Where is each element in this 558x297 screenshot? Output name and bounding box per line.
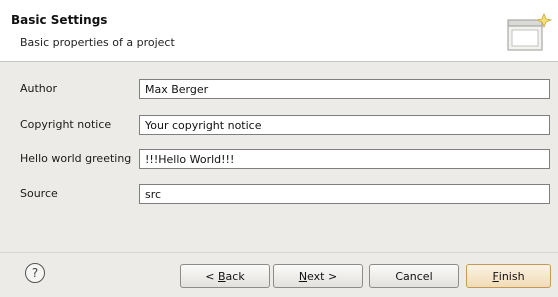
finish-rest: inish <box>498 269 525 283</box>
back-prefix: < <box>205 269 218 283</box>
page-description: Basic properties of a project <box>20 36 175 49</box>
author-row: Author <box>7 79 552 101</box>
wizard-banner-icon <box>507 12 552 51</box>
page-title: Basic Settings <box>11 13 108 27</box>
back-mnemonic: B <box>218 269 226 283</box>
wizard-header: Basic Settings Basic properties of a pro… <box>0 0 558 62</box>
author-input[interactable] <box>139 79 550 99</box>
copyright-row: Copyright notice <box>7 115 552 137</box>
source-row: Source <box>7 184 552 206</box>
greeting-label: Hello world greeting <box>20 152 132 165</box>
greeting-row: Hello world greeting <box>7 149 552 171</box>
source-input[interactable] <box>139 184 550 204</box>
greeting-input[interactable] <box>139 149 550 169</box>
next-mnemonic: N <box>298 269 308 283</box>
settings-form: Author Copyright notice Hello world gree… <box>7 67 552 252</box>
next-button[interactable]: Next > <box>273 264 363 288</box>
back-button[interactable]: < Back <box>180 264 270 288</box>
button-bar: ? < Back Next > Cancel Finish <box>0 252 558 297</box>
help-icon[interactable]: ? <box>25 263 45 283</box>
back-rest: ack <box>225 269 245 283</box>
next-rest: ext > <box>307 269 338 283</box>
source-label: Source <box>20 187 58 200</box>
finish-button[interactable]: Finish <box>466 264 551 288</box>
author-label: Author <box>20 82 58 95</box>
copyright-label: Copyright notice <box>20 118 112 131</box>
cancel-button[interactable]: Cancel <box>369 264 459 288</box>
copyright-input[interactable] <box>139 115 550 135</box>
